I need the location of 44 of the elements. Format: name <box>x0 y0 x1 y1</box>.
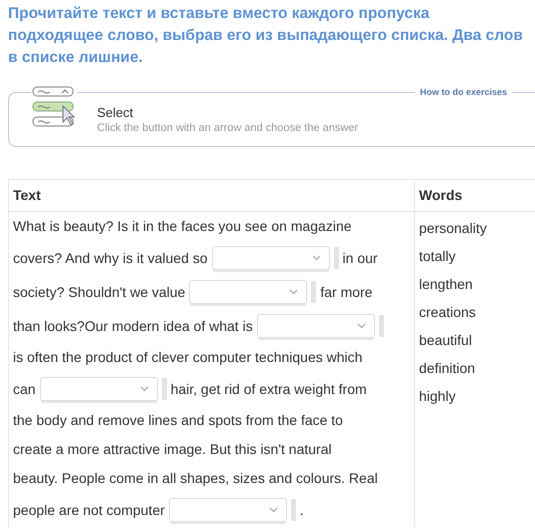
hint-title: Select <box>97 104 134 120</box>
instruction-text: в списке лишние. <box>8 48 143 68</box>
passage-text: can <box>13 380 36 398</box>
chevron-down-icon <box>289 289 298 295</box>
passage-text: the body and remove lines and spots from the face to <box>13 411 343 430</box>
passage-text: What is beauty? Is it in the faces you see on magazine <box>13 217 352 236</box>
hint-subtitle: Click the button with an arrow and choose the answer <box>97 120 358 136</box>
drop-handle <box>334 247 339 269</box>
word-option: highly <box>419 386 456 406</box>
drop-handle <box>162 378 167 400</box>
instruction-text: Прочитайте текст и вставьте вместо каждого пропуска <box>8 4 430 24</box>
drop-handle <box>311 281 316 303</box>
dropdown[interactable] <box>256 314 375 338</box>
dropdown[interactable] <box>168 498 287 522</box>
passage-text: covers? And why is it valued so <box>13 248 208 268</box>
chevron-down-icon <box>356 323 366 329</box>
passage-text: society? Shouldn't we value <box>13 282 186 302</box>
word-option: lengthen <box>419 274 473 294</box>
chevron-down-icon <box>140 386 149 392</box>
column-header: Text <box>9 180 414 212</box>
passage-text: . <box>300 500 304 520</box>
dropdown[interactable] <box>40 377 158 401</box>
column-header: Words <box>415 180 535 212</box>
word-option: definition <box>419 358 476 378</box>
passage-text: hair, get rid of extra weight from <box>170 380 367 399</box>
passage-text: people are not computer <box>13 500 165 520</box>
instruction-text: подходящее слово, выбрав его из выпадающего списка. Два слов <box>8 26 523 46</box>
passage-text: in our <box>342 248 378 268</box>
chevron-down-icon <box>312 255 321 261</box>
passage-text: than looks?Our modern idea of what is <box>13 316 253 336</box>
passage-text: is often the product of clever computer techniques which <box>13 348 362 367</box>
word-option: beautiful <box>419 330 472 350</box>
dropdown[interactable] <box>189 280 308 304</box>
chevron-down-icon <box>268 507 278 513</box>
dropdown[interactable] <box>212 246 330 270</box>
drop-handle <box>378 315 384 337</box>
passage-text: create a more attractive image. But this isn't natural <box>13 440 332 459</box>
hint-legend: How to do exercises <box>415 86 512 98</box>
passage-text: far more <box>320 282 372 302</box>
word-option: personality <box>419 218 487 238</box>
drop-handle <box>290 499 296 521</box>
word-option: totally <box>419 246 456 266</box>
word-option: creations <box>419 302 476 322</box>
passage-text: beauty. People come in all shapes, sizes and colours. Real <box>13 469 378 488</box>
